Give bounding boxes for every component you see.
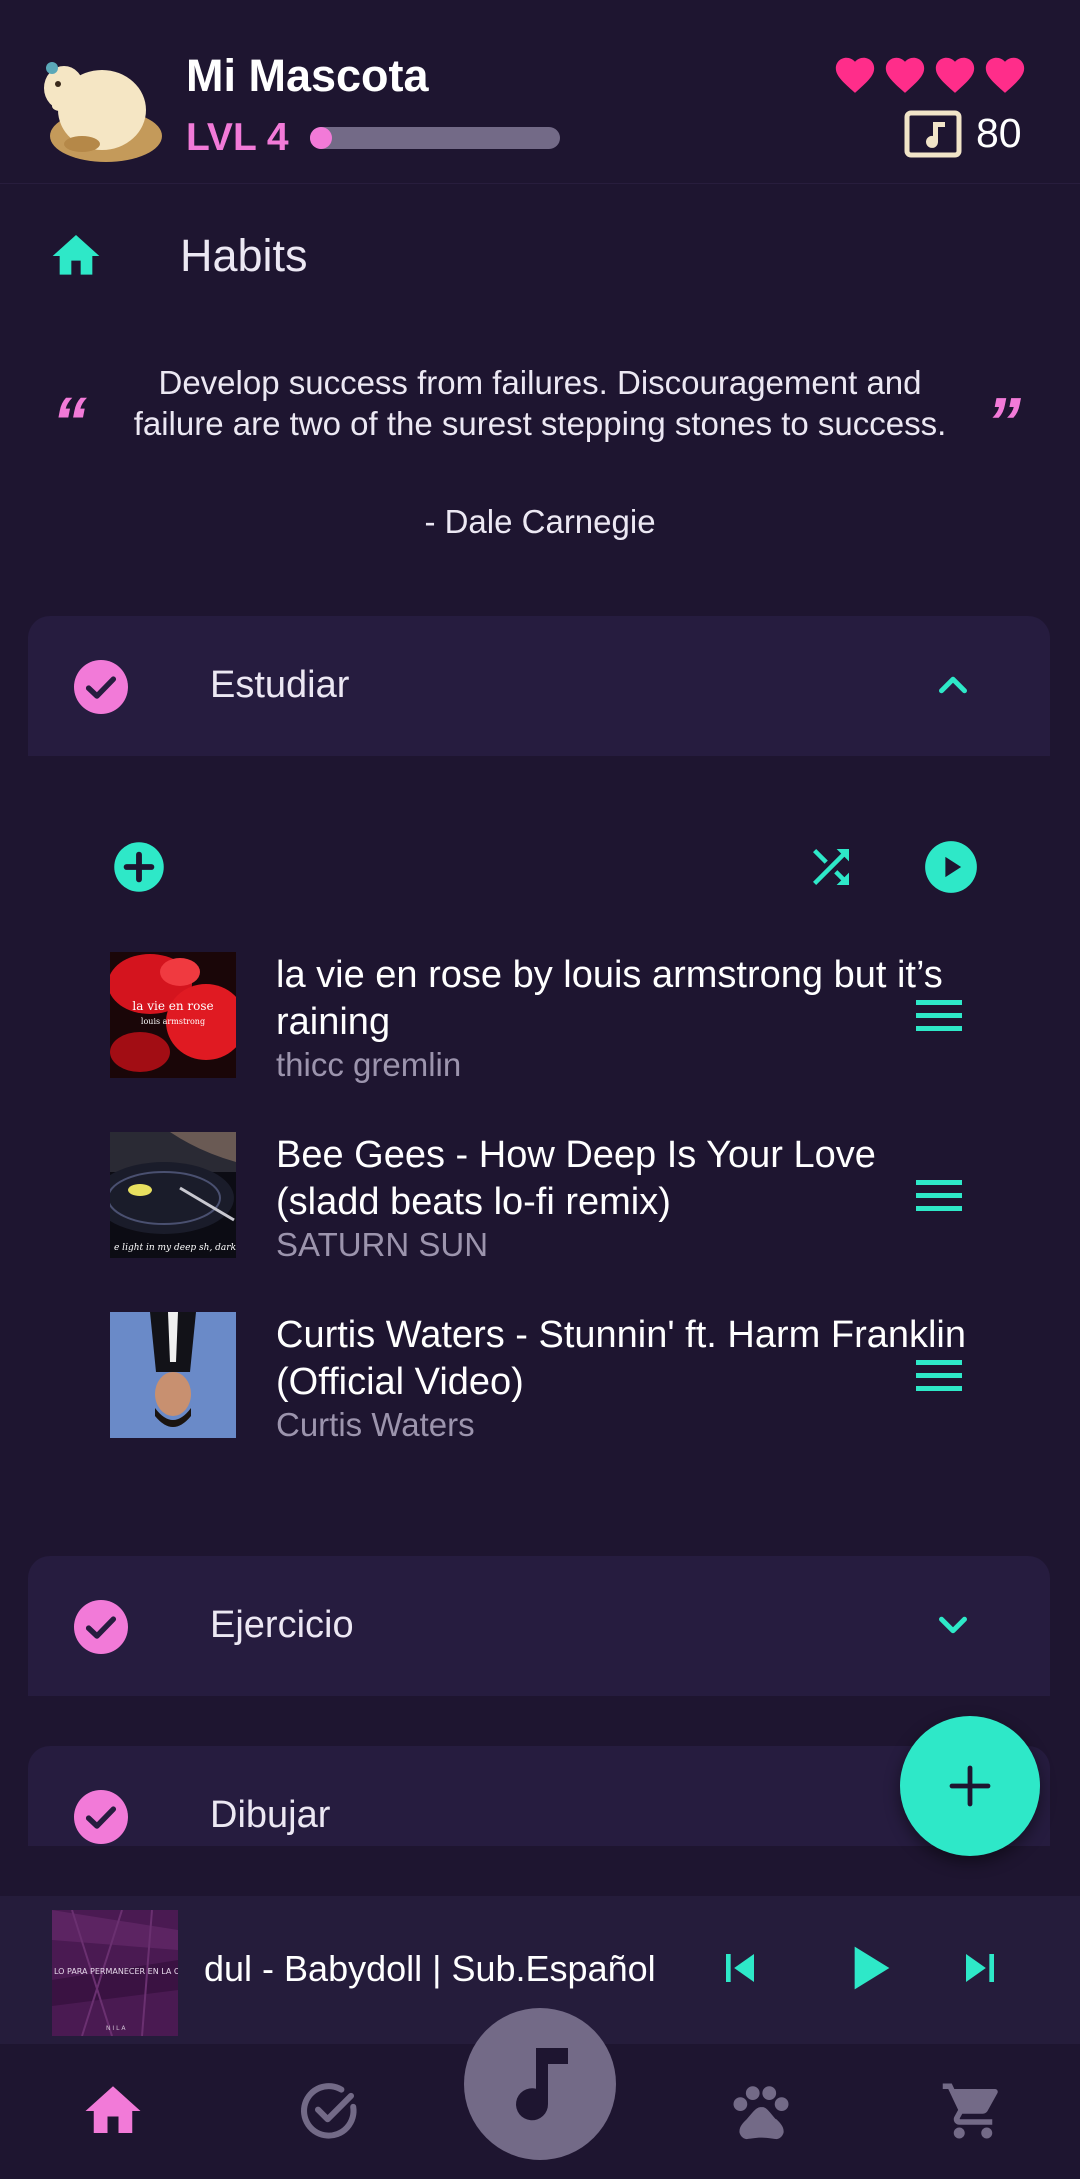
heart-icon bbox=[935, 57, 975, 93]
check-circle-icon[interactable] bbox=[74, 660, 128, 714]
paw-icon[interactable] bbox=[728, 2078, 794, 2144]
habit-name: Ejercicio bbox=[210, 1604, 354, 1646]
add-habit-button[interactable] bbox=[900, 1716, 1040, 1856]
habit-name: Estudiar bbox=[210, 664, 350, 706]
cart-icon[interactable] bbox=[940, 2078, 1006, 2144]
xp-progress-fill bbox=[310, 127, 332, 149]
check-circle-icon[interactable] bbox=[296, 2078, 362, 2144]
track-thumbnail: la vie en rose louis armstrong bbox=[110, 952, 236, 1078]
xp-progress-bar bbox=[310, 127, 560, 149]
chevron-down-icon[interactable] bbox=[930, 1602, 976, 1648]
habit-name: Dibujar bbox=[210, 1794, 331, 1836]
habit-card-ejercicio[interactable]: Ejercicio bbox=[28, 1556, 1050, 1696]
music-note-icon bbox=[516, 2048, 568, 2121]
habit-card-dibujar[interactable]: Dibujar bbox=[28, 1746, 1050, 1846]
app-screen: Mi Mascota LVL 4 80 Habits “ Develop suc… bbox=[0, 0, 1080, 2179]
add-track-icon[interactable] bbox=[112, 840, 166, 894]
track-artist: Curtis Waters bbox=[276, 1406, 475, 1443]
check-circle-icon[interactable] bbox=[74, 1790, 128, 1844]
heart-icon bbox=[985, 57, 1025, 93]
track-title: Bee Gees - How Deep Is Your Love (sladd … bbox=[276, 1134, 876, 1223]
drag-handle-icon[interactable] bbox=[914, 1356, 964, 1396]
drag-handle-icon[interactable] bbox=[914, 1176, 964, 1216]
track-item[interactable]: e light in my deep sh, dark Bee Gees - H… bbox=[110, 1132, 1010, 1263]
habit-card-estudiar[interactable]: Estudiar bbox=[28, 616, 1050, 756]
heart-icon bbox=[885, 57, 925, 93]
drag-handle-icon[interactable] bbox=[914, 996, 964, 1036]
quote-close-mark: ” bbox=[986, 383, 1021, 461]
level-label: LVL 4 bbox=[186, 116, 289, 159]
page-title: Habits bbox=[180, 230, 308, 281]
quote-open-mark: “ bbox=[52, 383, 87, 461]
vinyl-artwork-image: e light in my deep sh, dark bbox=[110, 1132, 236, 1258]
music-note-box-icon bbox=[904, 110, 962, 158]
music-nav-button[interactable] bbox=[464, 2008, 616, 2160]
coin-count: 80 bbox=[976, 110, 1022, 156]
plus-icon bbox=[949, 1765, 991, 1807]
play-icon[interactable] bbox=[836, 1936, 900, 2000]
quote-text: Develop success from failures. Discourag… bbox=[133, 364, 947, 442]
heart-icon bbox=[835, 57, 875, 93]
thumb-caption: LO PARA PERMANECER EN LA C bbox=[54, 1967, 178, 1976]
hamster-avatar[interactable] bbox=[38, 52, 164, 164]
chevron-up-icon[interactable] bbox=[930, 662, 976, 708]
now-playing-title: dul - Babydoll | Sub.Español bbox=[204, 1948, 656, 1989]
health-hearts bbox=[832, 52, 1028, 98]
skip-next-icon[interactable] bbox=[952, 1940, 1008, 1996]
track-artist: SATURN SUN bbox=[276, 1226, 489, 1263]
track-artist: thicc gremlin bbox=[276, 1046, 462, 1083]
quote-author: - Dale Carnegie bbox=[424, 503, 656, 540]
track-title: Curtis Waters - Stunnin' ft. Harm Frankl… bbox=[276, 1314, 967, 1403]
home-icon[interactable] bbox=[80, 2078, 146, 2144]
thumb-caption: e light in my deep sh, dark bbox=[114, 1243, 236, 1253]
track-item[interactable]: Curtis Waters - Stunnin' ft. Harm Frankl… bbox=[110, 1312, 1010, 1443]
track-thumbnail: e light in my deep sh, dark bbox=[110, 1132, 236, 1258]
upside-down-man-artwork-image bbox=[110, 1312, 236, 1438]
thumb-label: N I L A bbox=[106, 2025, 126, 2032]
shuffle-icon[interactable] bbox=[804, 840, 858, 894]
thumb-subtitle: louis armstrong bbox=[141, 1017, 205, 1026]
babydoll-artwork-image: LO PARA PERMANECER EN LA C N I L A bbox=[52, 1910, 178, 2036]
home-icon[interactable] bbox=[48, 228, 104, 284]
pet-name: Mi Mascota bbox=[186, 50, 429, 101]
track-item[interactable]: la vie en rose louis armstrong la vie en… bbox=[110, 952, 1010, 1083]
check-circle-icon[interactable] bbox=[74, 1600, 128, 1654]
play-circle-icon[interactable] bbox=[924, 840, 978, 894]
thumb-title: la vie en rose bbox=[132, 999, 213, 1013]
track-thumbnail bbox=[110, 1312, 236, 1438]
rose-artwork-image: la vie en rose louis armstrong bbox=[110, 952, 236, 1078]
pet-status-header: Mi Mascota LVL 4 80 bbox=[0, 0, 1080, 184]
now-playing-thumbnail: LO PARA PERMANECER EN LA C N I L A bbox=[52, 1910, 178, 2036]
skip-previous-icon[interactable] bbox=[712, 1940, 768, 1996]
track-title: la vie en rose by louis armstrong but it… bbox=[276, 954, 943, 1043]
